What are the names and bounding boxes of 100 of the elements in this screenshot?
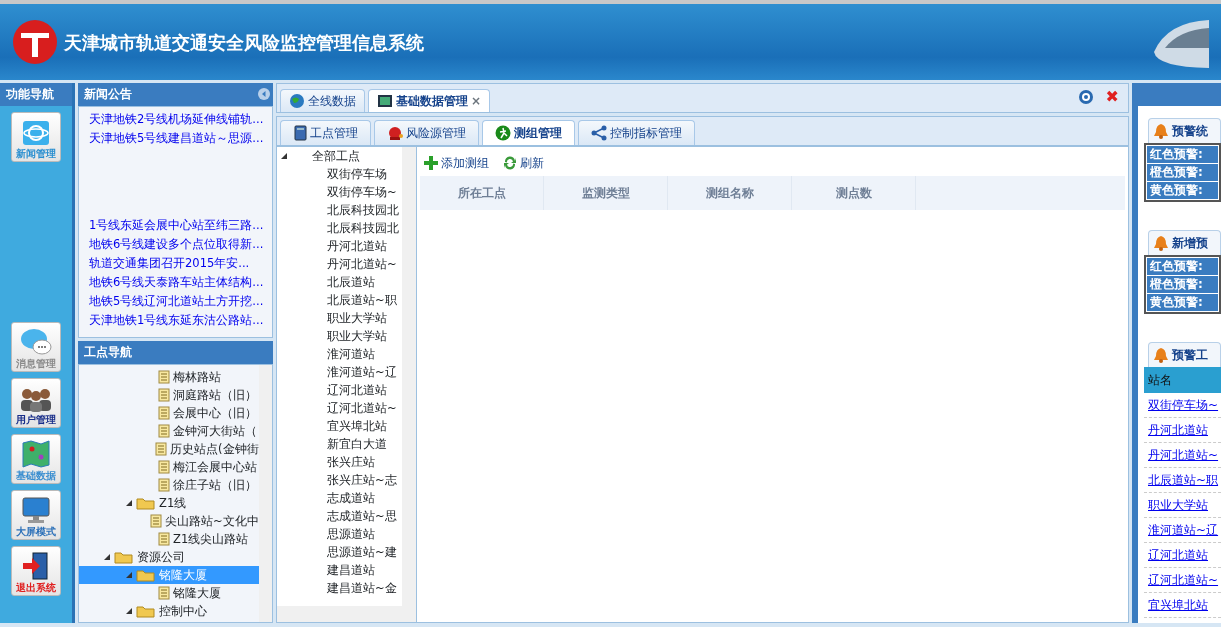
tree-item[interactable]: 新宜白大道 <box>277 435 402 453</box>
globe-icon <box>20 120 52 146</box>
tree-item[interactable]: Z1线 <box>79 494 259 512</box>
close-tab-button[interactable]: × <box>471 92 482 110</box>
screen-icon <box>377 94 393 108</box>
tab[interactable]: 工点管理 <box>280 120 371 145</box>
horizontal-scrollbar[interactable] <box>277 606 416 622</box>
column-header[interactable]: 所在工点 <box>420 176 544 210</box>
tree-item[interactable]: 宜兴埠北站 <box>277 417 402 435</box>
station-link[interactable]: 职业大学站 <box>1144 493 1221 518</box>
tree-item[interactable]: 志成道站 <box>277 489 402 507</box>
tab[interactable]: 测组管理 <box>482 120 575 145</box>
tree-item[interactable]: 职业大学站 <box>277 327 402 345</box>
tree-item[interactable]: 辽河北道站~ <box>277 399 402 417</box>
section-title: 预警统 <box>1148 118 1221 143</box>
tree-item[interactable]: 铭隆大厦 <box>79 584 259 602</box>
panel-title: 工点导航 <box>78 341 273 364</box>
tree-item[interactable]: 梅林路站 <box>79 368 259 386</box>
alarm-light-icon <box>387 125 403 141</box>
tree-item[interactable]: 洞庭路站（旧） <box>79 386 259 404</box>
station-link[interactable]: 北辰道站~职 <box>1144 468 1221 493</box>
tree-item[interactable]: 北辰科技园北 <box>277 219 402 237</box>
news-link[interactable]: 天津地铁5号线建昌道站～思源... <box>79 129 272 148</box>
app-title: 天津城市轨道交通安全风险监控管理信息系统 <box>64 30 424 55</box>
runner-icon <box>495 125 511 141</box>
scrollbar[interactable] <box>258 365 272 622</box>
folder-icon <box>136 568 156 582</box>
tree-item[interactable]: 思源道站~建 <box>277 543 402 561</box>
station-link[interactable]: 丹河北道站 <box>1144 418 1221 443</box>
tree-item[interactable]: 会展中心（旧） <box>79 404 259 422</box>
news-link[interactable]: 地铁5号线辽河北道站土方开挖... <box>79 292 272 311</box>
section-title: 新增预 <box>1148 230 1221 255</box>
nav-button[interactable]: 退出系统 <box>11 546 61 596</box>
tab[interactable]: 基础数据管理 × <box>368 89 491 112</box>
scrollbar[interactable] <box>402 147 416 606</box>
tree-item[interactable]: 历史站点(金钟街 <box>79 440 259 458</box>
station-link[interactable]: 辽河北道站~ <box>1144 568 1221 593</box>
tree-item[interactable]: 双街停车场 <box>277 165 402 183</box>
alert-label: 橙色预警: <box>1147 164 1218 181</box>
document-icon <box>158 370 170 384</box>
station-link[interactable]: 辽河北道站 <box>1144 543 1221 568</box>
tree-item[interactable]: 北辰科技园北 <box>277 201 402 219</box>
tree-item[interactable]: 徐庄子站（旧） <box>79 476 259 494</box>
nav-button[interactable]: 大屏模式 <box>11 490 61 540</box>
refresh-icon <box>503 156 517 170</box>
tree-item[interactable]: 淮河道站 <box>277 345 402 363</box>
tree-item[interactable]: 张兴庄站 <box>277 453 402 471</box>
tree-item[interactable]: 尖山路站~文化中 <box>79 512 259 530</box>
tree-item[interactable]: 思源道站 <box>277 525 402 543</box>
tree-item[interactable]: 辽河北道站 <box>277 381 402 399</box>
news-link[interactable]: 1号线东延会展中心站至纬三路... <box>79 216 272 235</box>
tree-item[interactable]: 金钟河大街站（ <box>79 422 259 440</box>
news-link[interactable]: 轨道交通集团召开2015年安... <box>79 254 272 273</box>
tree-item[interactable]: 职业大学站 <box>277 309 402 327</box>
station-link[interactable]: 宜兴埠北站 <box>1144 593 1221 618</box>
folder-icon <box>136 496 156 510</box>
tree-item[interactable]: Z1线尖山路站 <box>79 530 259 548</box>
tree-item[interactable]: 北辰道站 <box>277 273 402 291</box>
logo-icon <box>12 19 58 65</box>
tree-item[interactable]: 志成道站~思 <box>277 507 402 525</box>
network-icon <box>591 125 607 141</box>
tree-item[interactable]: 建昌道站 <box>277 561 402 579</box>
tree-item[interactable]: 双街停车场~ <box>277 183 402 201</box>
tree-item[interactable]: 建昌道站~金 <box>277 579 402 597</box>
news-link[interactable]: 地铁6号线天泰路车站主体结构... <box>79 273 272 292</box>
station-link[interactable]: 丹河北道站~ <box>1144 443 1221 468</box>
tree-item[interactable]: 淮河道站~辽 <box>277 363 402 381</box>
alert-label: 黄色预警: <box>1147 294 1218 311</box>
tab[interactable]: 风险源管理 <box>374 120 479 145</box>
close-button[interactable]: ✖ <box>1105 85 1119 109</box>
document-icon <box>158 388 170 402</box>
news-link[interactable]: 地铁6号线建设多个点位取得新... <box>79 235 272 254</box>
news-link[interactable]: 天津地铁2号线机场延伸线铺轨... <box>79 110 272 129</box>
tree-item[interactable]: 丹河北道站~ <box>277 255 402 273</box>
plus-icon <box>424 156 438 170</box>
tab[interactable]: 控制指标管理 <box>578 120 695 145</box>
tree-item[interactable]: 梅江会展中心站 <box>79 458 259 476</box>
toolbar-button[interactable]: 添加测组 <box>423 153 490 173</box>
tree-item[interactable]: 北辰道站~职 <box>277 291 402 309</box>
column-header[interactable]: 测点数 <box>792 176 916 210</box>
tree-item[interactable]: 全部工点 <box>277 147 402 165</box>
toolbar-button[interactable]: 刷新 <box>502 153 545 173</box>
document-icon <box>155 442 168 456</box>
column-header[interactable]: 监测类型 <box>544 176 668 210</box>
column-header[interactable]: 测组名称 <box>668 176 792 210</box>
nav-button[interactable]: 用户管理 <box>11 378 61 428</box>
news-link[interactable]: 天津地铁1号线东延东沽公路站... <box>79 311 272 330</box>
tab[interactable]: 全线数据 <box>280 89 365 112</box>
station-link[interactable]: 淮河道站~辽 <box>1144 518 1221 543</box>
door-arrow-icon <box>21 552 51 580</box>
tree-item[interactable]: 资源公司 <box>79 548 259 566</box>
panel-title: 新闻公告 <box>84 86 132 103</box>
bell-icon <box>1153 123 1169 139</box>
chat-bubble-icon <box>20 328 52 356</box>
tree-item[interactable]: 张兴庄站~志 <box>277 471 402 489</box>
tree-item[interactable]: 丹河北道站 <box>277 237 402 255</box>
alert-label: 红色预警: <box>1147 146 1218 163</box>
station-link[interactable]: 双街停车场~ <box>1144 393 1221 418</box>
folder-icon <box>114 550 134 564</box>
tree-item[interactable]: 控制中心 <box>79 602 259 620</box>
